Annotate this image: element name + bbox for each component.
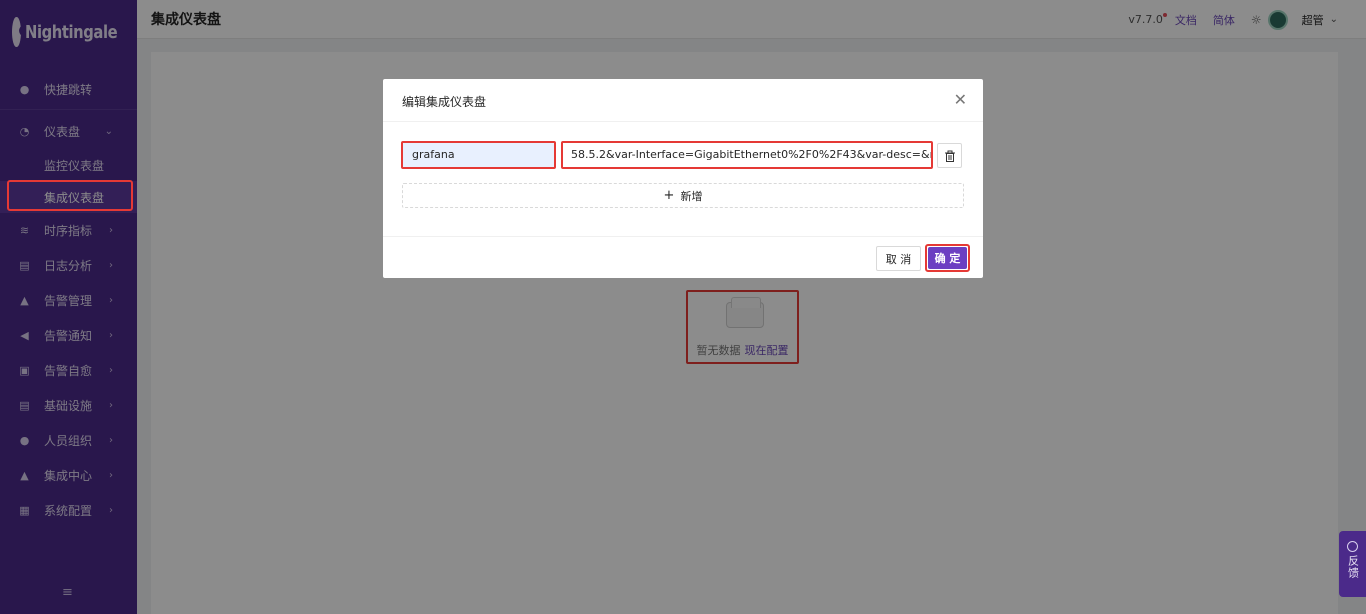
- trash-icon: [944, 150, 955, 162]
- feedback-tab[interactable]: 反馈: [1339, 531, 1366, 597]
- add-row-label: 新增: [680, 189, 703, 203]
- dashboard-name-input[interactable]: grafana: [401, 141, 556, 169]
- close-icon[interactable]: ✕: [954, 90, 967, 109]
- delete-row-button[interactable]: [937, 143, 962, 168]
- smile-icon: [1347, 541, 1358, 552]
- feedback-label: 反馈: [1346, 555, 1360, 579]
- edit-dashboard-modal: 编辑集成仪表盘 ✕ grafana 58.5.2&var-Interface=G…: [383, 79, 983, 278]
- ok-button[interactable]: 确 定: [928, 247, 967, 269]
- add-row-button[interactable]: + 新增: [402, 183, 964, 208]
- sidebar-active-highlight: [7, 180, 133, 211]
- plus-icon: +: [663, 188, 675, 203]
- ok-button-highlight: 确 定: [925, 244, 970, 272]
- cancel-button[interactable]: 取 消: [876, 246, 921, 271]
- dashboard-url-input[interactable]: 58.5.2&var-Interface=GigabitEthernet0%2F…: [561, 141, 933, 169]
- modal-title: 编辑集成仪表盘: [402, 95, 487, 109]
- modal-footer: 取 消 确 定: [383, 236, 983, 278]
- modal-header: 编辑集成仪表盘 ✕: [383, 79, 983, 122]
